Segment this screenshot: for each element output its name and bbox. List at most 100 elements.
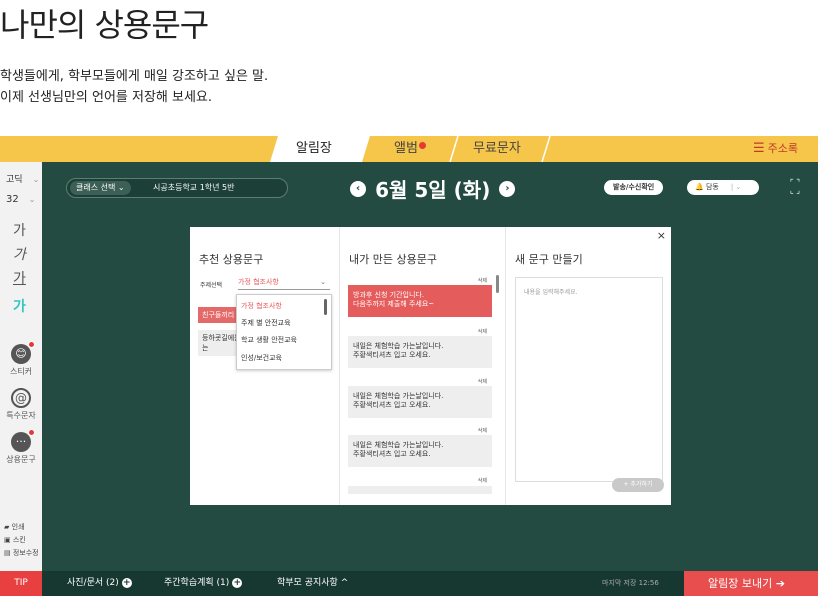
- phrase-line: 내일은 체험학습 가는날입니다.: [353, 441, 444, 449]
- new-badge-icon: [28, 341, 35, 348]
- more-glyph: ···: [15, 435, 27, 448]
- parent-notice-button[interactable]: 학부모 공지사항 ^: [277, 571, 348, 596]
- my-phrase-item[interactable]: 내일은 체험학습 가는날입니다. 주황색티셔츠 입고 오세요.: [348, 336, 492, 368]
- style-italic-button[interactable]: 가: [13, 244, 26, 264]
- font-select-value: 고딕: [6, 175, 23, 185]
- sticker-button[interactable]: 😊 스티커: [4, 341, 38, 377]
- intro-text: 학생들에게, 학부모들에게 매일 강조하고 싶은 말. 이제 선생님만의 언어를…: [0, 66, 268, 108]
- plus-icon: +: [232, 577, 243, 588]
- scan-label: 스킨: [12, 536, 26, 544]
- weekly-plan-button[interactable]: 주간학습계획 (1) +: [164, 571, 243, 596]
- recommended-title: 추천 상용문구: [199, 253, 264, 266]
- style-normal-button[interactable]: 가: [13, 220, 26, 240]
- photos-button[interactable]: 사진/문서 (2) +: [67, 571, 132, 596]
- special-char-button[interactable]: @ 특수문자: [4, 388, 38, 421]
- chevron-down-icon: ⌄: [320, 278, 326, 286]
- print-icon: ▰: [4, 523, 10, 531]
- add-phrase-button[interactable]: + 추가하기: [612, 478, 664, 492]
- scan-button[interactable]: ▣ 스킨: [4, 535, 26, 545]
- expand-icon[interactable]: ⌜ ⌝ ⌞ ⌟: [790, 179, 800, 195]
- date-navigator: ‹ 6월 5일 (화) ›: [350, 174, 516, 202]
- phrase-line: 내일은 체험학습 가는날입니다.: [353, 392, 444, 400]
- delete-button[interactable]: 삭제: [478, 277, 487, 284]
- edit-icon: ▤: [4, 549, 11, 557]
- phrases-button[interactable]: ··· 상용문구: [4, 429, 38, 465]
- send-label: 알림장 보내기: [708, 577, 773, 590]
- intro-line-2: 이제 선생님만의 언어를 저장해 보세요.: [0, 90, 213, 105]
- info-edit-label: 정보수정: [12, 549, 39, 557]
- class-select[interactable]: 클래스 선택 ⌄ 시공초등학교 1학년 5반: [66, 178, 288, 198]
- topic-label: 주제선택: [200, 282, 223, 289]
- bell-icon: 🔔: [695, 183, 704, 191]
- class-select-label: 클래스 선택: [76, 183, 116, 192]
- parent-notice-label: 학부모 공지사항: [277, 578, 338, 588]
- tab-divider: [541, 136, 551, 162]
- notification-select[interactable]: 🔔 담동 | ⌄: [687, 180, 759, 195]
- topic-select[interactable]: 가정 협조사항 ⌄: [238, 275, 330, 290]
- send-confirm-button[interactable]: 발송/수신확인: [604, 180, 664, 195]
- notice-board: 클래스 선택 ⌄ 시공초등학교 1학년 5반 ‹ 6월 5일 (화) › 발송/…: [42, 162, 818, 571]
- style-underline-button[interactable]: 가: [13, 268, 26, 288]
- tab-bar: 알림장 앨범 무료문자 ☰ 주소록: [0, 136, 818, 162]
- phrase-line: 내일은 체험학습 가는날입니다.: [353, 342, 444, 350]
- current-date: 6월 5일 (화): [375, 178, 491, 202]
- chevron-up-icon: ^: [340, 578, 349, 588]
- sticker-icon: 😊: [11, 341, 35, 364]
- my-phrase-item[interactable]: 내일은 체험학습 가는날입니다. 주황색티셔츠 입고 오세요.: [348, 435, 492, 467]
- tab-album[interactable]: 앨범: [394, 136, 426, 162]
- delete-button[interactable]: 삭제: [478, 328, 487, 335]
- phrase-line: 주황색티셔츠 입고 오세요.: [353, 401, 431, 409]
- new-badge-icon: [418, 142, 426, 149]
- page-title: 나만의 상용문구: [0, 6, 209, 44]
- tab-sms-label: 무료문자: [473, 141, 521, 156]
- dropdown-option[interactable]: 인성/보건교육: [241, 353, 282, 363]
- notification-label: 담동: [705, 183, 719, 191]
- intro-line-1: 학생들에게, 학부모들에게 매일 강조하고 싶은 말.: [0, 69, 269, 84]
- class-select-pill[interactable]: 클래스 선택 ⌄: [70, 181, 131, 195]
- tip-button[interactable]: TIP: [0, 571, 42, 596]
- special-char-label: 특수문자: [6, 411, 36, 420]
- font-size-value: 32: [6, 194, 19, 205]
- send-notice-button[interactable]: 알림장 보내기 ➔: [684, 571, 818, 596]
- delete-button[interactable]: 삭제: [478, 427, 487, 434]
- my-phrases-title: 내가 만든 상용문구: [349, 253, 437, 266]
- scan-icon: ▣: [4, 536, 11, 544]
- arrow-right-icon: ➔: [775, 577, 785, 590]
- my-phrases-scrollbar[interactable]: [496, 275, 499, 293]
- recommended-phrases-column: 추천 상용문구 주제선택 가정 협조사항⌄ 친구들끼리 사이좋게 지내도록 등하…: [190, 227, 340, 505]
- new-phrase-textarea[interactable]: 내용을 입력해주세요.: [515, 277, 663, 482]
- my-phrase-item[interactable]: 방과후 신청 기간입니다. 다음주까지 제출해 주세요~: [348, 285, 492, 317]
- contacts-label: 주소록: [767, 142, 798, 155]
- dropdown-option[interactable]: 가정 협조사항: [241, 301, 282, 311]
- style-color-button[interactable]: 가: [13, 296, 26, 316]
- phrase-line: 방과후 신청 기간입니다.: [353, 291, 425, 299]
- next-date-button[interactable]: ›: [499, 180, 516, 197]
- delete-button[interactable]: 삭제: [478, 378, 487, 385]
- phrases-modal: × 추천 상용문구 주제선택 가정 협조사항⌄ 친구들끼리 사이좋게 지내도록 …: [190, 227, 671, 505]
- tab-sms[interactable]: 무료문자: [473, 136, 521, 162]
- dropdown-option[interactable]: 학교 생활 안전교육: [241, 335, 297, 345]
- dropdown-scrollbar[interactable]: [324, 299, 327, 315]
- class-name: 시공초등학교 1학년 5반: [153, 183, 235, 192]
- phrase-line: 다음주까지 제출해 주세요~: [353, 300, 435, 308]
- dropdown-option[interactable]: 주제 별 안전교육: [241, 318, 291, 328]
- prev-date-button[interactable]: ‹: [350, 180, 366, 197]
- font-size-select[interactable]: 32 ⌄: [6, 194, 35, 205]
- font-select[interactable]: 고딕 ⌄: [6, 172, 39, 185]
- photos-label: 사진/문서 (2): [67, 578, 119, 588]
- info-edit-button[interactable]: ▤ 정보수정: [4, 548, 39, 558]
- autosave-status: 마지막 저장 12:56: [602, 579, 659, 587]
- chevron-down-icon: ⌄: [28, 195, 36, 204]
- more-icon: ···: [11, 429, 35, 452]
- sticker-label: 스티커: [9, 367, 33, 376]
- my-phrase-item[interactable]: 내일은 체험학습 가는날입니다. 주황색티셔츠 입고 오세요.: [348, 386, 492, 418]
- contacts-button[interactable]: ☰ 주소록: [753, 136, 798, 162]
- phrase-line: 주황색티셔츠 입고 오세요.: [353, 450, 431, 458]
- menu-icon: ☰: [752, 141, 765, 156]
- new-phrase-placeholder: 내용을 입력해주세요.: [524, 289, 578, 296]
- print-button[interactable]: ▰ 인쇄: [4, 522, 25, 532]
- delete-button[interactable]: 삭제: [478, 477, 487, 484]
- footer-bar: TIP 사진/문서 (2) + 주간학습계획 (1) + 학부모 공지사항 ^ 마지…: [0, 571, 818, 596]
- tab-notice[interactable]: 알림장: [296, 136, 332, 162]
- my-phrase-item[interactable]: [348, 486, 492, 494]
